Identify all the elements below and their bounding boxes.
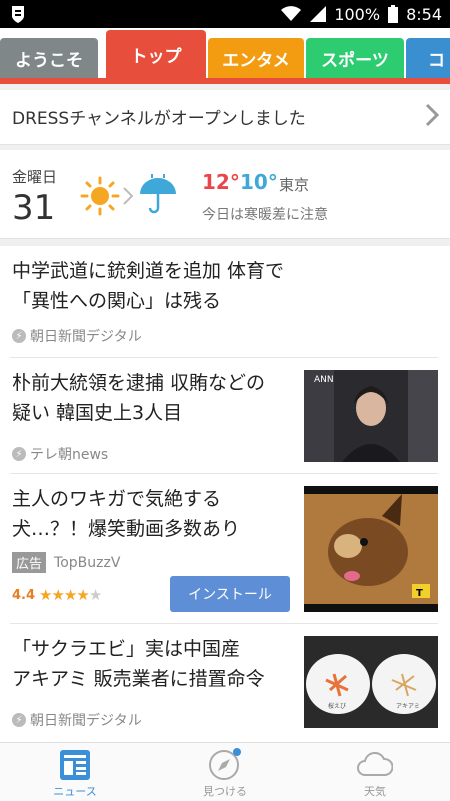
list-item[interactable]: 「サクラエビ」実は中国産 アキアミ 販売業者に措置命令 ⚡ 朝日新聞デジタル 桜…: [10, 624, 438, 742]
arrow-right-icon: [123, 187, 134, 205]
ad-info: 広告 TopBuzzV: [12, 552, 120, 573]
tab-partial[interactable]: コ: [406, 38, 450, 78]
bolt-icon: ⚡: [12, 447, 26, 461]
chevron-right-icon: [425, 103, 440, 127]
news-icon: [60, 750, 90, 780]
weather-note: 今日は寒暖差に注意: [202, 207, 328, 223]
weekday: 金曜日: [12, 168, 58, 186]
thumb-badge: T: [416, 588, 423, 599]
temp-low: 10°: [240, 170, 278, 194]
ad-badge: 広告: [12, 552, 47, 573]
category-tabs: ようこそ トップ エンタメ スポーツ コ: [0, 28, 450, 84]
tab-entertainment[interactable]: エンタメ: [208, 38, 304, 78]
city: 東京: [279, 176, 310, 194]
news-thumbnail: 桜えび アキアミ: [304, 636, 438, 728]
banner-text: DRESSチャンネルがオープンしました: [12, 109, 306, 129]
battery-percent: 100%: [334, 4, 381, 24]
bolt-icon: ⚡: [12, 329, 26, 343]
source: ⚡ テレ朝news: [12, 444, 108, 464]
advertiser: TopBuzzV: [54, 554, 121, 571]
compass-icon: [209, 748, 241, 780]
temp-high: 12°: [202, 170, 240, 194]
star-icon: ★★★★★: [39, 586, 102, 604]
date-day: 31: [12, 188, 56, 228]
headline: 朴前大統領を逮捕 収賄などの 疑い 韓国史上3人目: [12, 372, 266, 424]
source: ⚡ 朝日新聞デジタル: [12, 710, 142, 730]
battery-icon: [388, 5, 399, 23]
wifi-icon: [281, 6, 302, 21]
dress-channel-banner[interactable]: DRESSチャンネルがオープンしました: [0, 90, 450, 145]
tab-sports[interactable]: スポーツ: [306, 38, 404, 78]
headline: 中学武道に銃剣道を追加 体育で 「異性への関心」は残る: [12, 260, 285, 312]
plate-label: アキアミ: [396, 703, 420, 710]
sun-icon: [80, 176, 120, 216]
rating: 4.4 ★★★★★: [12, 586, 102, 604]
source: ⚡ 朝日新聞デジタル: [12, 326, 142, 346]
rating-value: 4.4: [12, 587, 36, 603]
bottom-nav: ニュース 見つける 天気: [0, 742, 450, 801]
install-button[interactable]: インストール: [170, 576, 290, 612]
news-thumbnail: ANN: [304, 370, 438, 462]
nav-discover[interactable]: 見つける: [150, 743, 300, 801]
weather-card[interactable]: 金曜日 31 12° 10° 東京 今日は寒暖差に注意: [0, 150, 450, 239]
bolt-icon: ⚡: [12, 713, 26, 727]
list-item[interactable]: 主人のワキガで気絶する 犬…？！爆笑動画多数あり 広告 TopBuzzV 4.4…: [10, 474, 438, 624]
list-item[interactable]: 朴前大統領を逮捕 収賄などの 疑い 韓国史上3人目 ⚡ テレ朝news ANN: [10, 358, 438, 474]
headline: 主人のワキガで気絶する 犬…？！爆笑動画多数あり: [12, 488, 241, 540]
thumb-logo: ANN: [314, 375, 334, 385]
plate-label: 桜えび: [328, 702, 346, 710]
nav-weather[interactable]: 天気: [300, 743, 450, 801]
news-list: 中学武道に銃剣道を追加 体育で 「異性への関心」は残る ⚡ 朝日新聞デジタル 朴…: [0, 246, 450, 742]
status-bar: 100% 8:54: [0, 0, 450, 28]
notification-app-icon: [12, 6, 24, 23]
tab-top[interactable]: トップ: [106, 30, 206, 78]
tab-welcome[interactable]: ようこそ: [0, 38, 98, 78]
cloud-icon: [357, 751, 393, 776]
clock: 8:54: [406, 4, 442, 24]
headline: 「サクラエビ」実は中国産 アキアミ 販売業者に措置命令: [12, 638, 265, 690]
ad-thumbnail: T: [304, 486, 438, 612]
signal-icon: [310, 6, 327, 22]
nav-news[interactable]: ニュース: [0, 743, 150, 801]
umbrella-icon: [140, 174, 176, 214]
list-item[interactable]: 中学武道に銃剣道を追加 体育で 「異性への関心」は残る ⚡ 朝日新聞デジタル: [10, 246, 438, 358]
